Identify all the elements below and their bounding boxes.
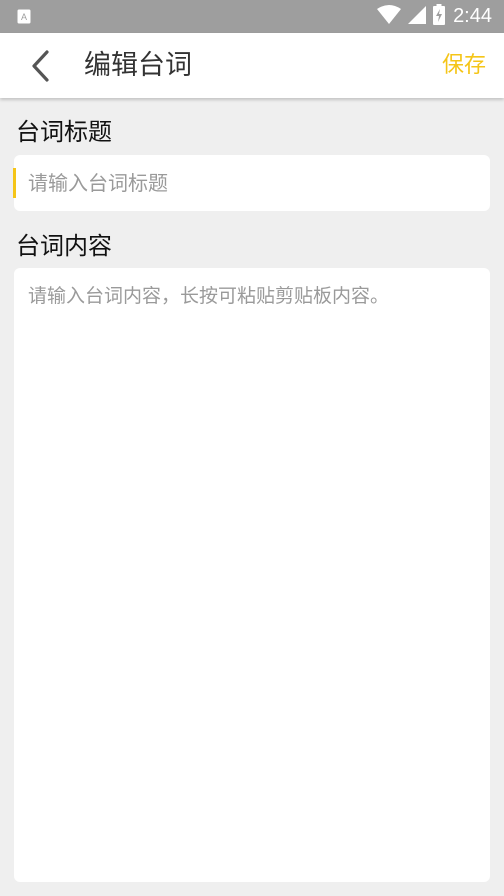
save-button[interactable]: 保存 [442, 33, 486, 98]
title-label: 台词标题 [16, 118, 112, 146]
title-field[interactable] [14, 155, 490, 211]
svg-text:A: A [21, 12, 27, 22]
status-icons: 2:44 [377, 0, 492, 33]
text-cursor [13, 168, 16, 198]
status-time: 2:44 [453, 5, 492, 27]
status-bar: A 2:44 [0, 0, 504, 33]
content-textarea[interactable] [28, 282, 476, 866]
wifi-icon [377, 4, 402, 29]
page-title: 编辑台词 [84, 50, 192, 81]
title-input[interactable] [28, 155, 478, 211]
chevron-left-icon [32, 50, 49, 82]
back-button[interactable] [20, 47, 60, 85]
battery-charging-icon [433, 4, 446, 29]
app-bar: 编辑台词 保存 [0, 33, 504, 98]
app-notification-icon: A [17, 9, 31, 24]
content-label: 台词内容 [16, 232, 112, 260]
content-field[interactable] [14, 268, 490, 882]
cell-signal-icon [407, 5, 427, 29]
